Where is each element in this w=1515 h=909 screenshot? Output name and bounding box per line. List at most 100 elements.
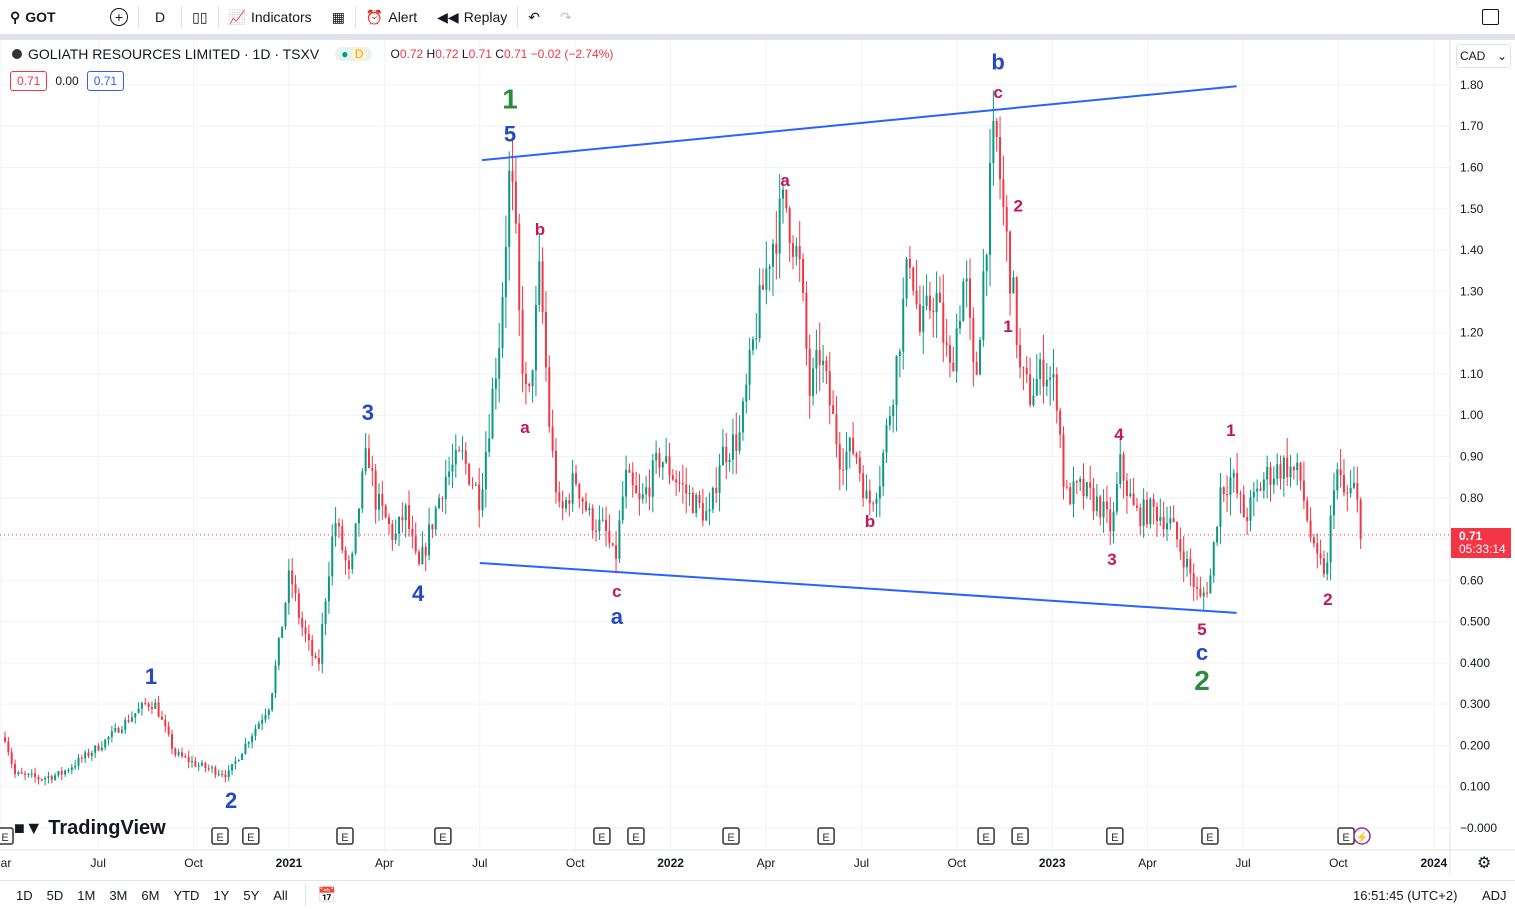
candle-down (1105, 501, 1108, 510)
wave-label: a (520, 418, 530, 437)
candle-down (304, 627, 307, 634)
candle-down (1259, 488, 1262, 491)
range-3m[interactable]: 3M (102, 888, 134, 903)
candle-down (147, 703, 150, 708)
candle-up (130, 717, 133, 722)
x-tick-label: 2021 (276, 856, 303, 870)
candle-down (174, 748, 177, 755)
range-ytd[interactable]: YTD (166, 888, 206, 903)
candle-down (1189, 558, 1192, 574)
earnings-event-label: E (1016, 832, 1023, 844)
candle-down (204, 762, 207, 769)
candle-up (598, 519, 601, 532)
market-status-badge: ● D (335, 47, 373, 61)
candle-down (1099, 496, 1102, 518)
candle-up (892, 405, 895, 417)
y-tick-label: 1.70 (1460, 119, 1484, 133)
candle-down (975, 361, 978, 375)
candle-down (775, 243, 778, 254)
y-tick-label: 0.90 (1460, 449, 1484, 463)
ask-box[interactable]: 0.71 (86, 71, 125, 91)
range-5y[interactable]: 5Y (236, 888, 266, 903)
candle-up (231, 764, 234, 771)
wave-label: 2 (1013, 197, 1022, 216)
candle-down (761, 285, 764, 290)
candle-up (70, 767, 73, 771)
candle-down (514, 181, 517, 224)
candle-up (1266, 466, 1269, 480)
currency-select[interactable]: CAD ⌄ (1456, 44, 1511, 68)
candle-down (574, 473, 577, 484)
candle-down (1009, 231, 1012, 294)
candle-up (421, 546, 424, 564)
candle-up (882, 452, 885, 487)
bid-box[interactable]: 0.71 (10, 71, 48, 91)
candle-up (875, 498, 878, 504)
candle-down (1109, 509, 1112, 532)
candle-down (1002, 179, 1005, 207)
earnings-event-label: E (1206, 832, 1213, 844)
candle-down (1196, 587, 1199, 589)
candle-down (1059, 410, 1062, 435)
range-1d[interactable]: 1D (9, 888, 40, 903)
candle-up (718, 465, 721, 493)
range-1y[interactable]: 1Y (206, 888, 236, 903)
x-tick-label: 2024 (1420, 856, 1447, 870)
candle-down (638, 493, 641, 500)
candle-up (90, 752, 93, 756)
candle-down (832, 405, 835, 414)
price-chart[interactable]: 1.80 1.70 1.60 1.50 1.40 1.30 1.20 1.10 1.00 0.90… (0, 0, 1515, 909)
x-tick-label: Oct (184, 856, 203, 870)
axis-settings-icon[interactable]: ⚙ (1477, 853, 1491, 873)
candle-up (538, 261, 541, 305)
candle-up (655, 452, 658, 461)
clock[interactable]: 16:51:45 (UTC+2) (1353, 888, 1457, 903)
symbol-title[interactable]: GOLIATH RESOURCES LIMITED · 1D · TSXV (28, 46, 319, 62)
candle-up (1252, 491, 1255, 498)
candle-up (501, 297, 504, 349)
x-tick-label: Oct (566, 856, 585, 870)
candle-up (534, 304, 537, 371)
candle-down (1139, 507, 1142, 526)
candle-up (271, 693, 274, 710)
candle-up (428, 524, 431, 556)
candle-up (1165, 523, 1168, 530)
candle-down (908, 258, 911, 268)
adj-toggle[interactable]: ADJ (1482, 888, 1507, 903)
candle-down (7, 741, 10, 753)
candle-up (217, 774, 220, 776)
candle-down (1359, 499, 1362, 539)
candle-down (1082, 478, 1085, 497)
candle-up (30, 773, 33, 775)
range-6m[interactable]: 6M (134, 888, 166, 903)
candle-up (354, 523, 357, 554)
range-all[interactable]: All (266, 888, 294, 903)
candle-up (865, 490, 868, 499)
candle-up (267, 709, 270, 715)
candle-up (1289, 466, 1292, 478)
candle-down (1199, 588, 1202, 597)
candle-down (80, 757, 83, 759)
candle-down (1042, 359, 1045, 387)
candle-down (468, 463, 471, 485)
candle-up (504, 246, 507, 298)
y-tick-label: 1.10 (1460, 367, 1484, 381)
candle-up (47, 776, 50, 779)
y-tick-label: 0.60 (1460, 573, 1484, 587)
candle-up (695, 494, 698, 514)
y-tick-label: 1.20 (1460, 326, 1484, 340)
date-range-calendar-icon[interactable]: 📅 (306, 886, 349, 904)
candle-up (364, 448, 367, 472)
bottom-toolbar: 1D 5D 1M 3M 6M YTD 1Y 5Y All 📅 16:51:45 (UTC+2) … (0, 880, 1515, 909)
plot-area (0, 40, 1450, 850)
candle-down (1172, 518, 1175, 523)
candle-down (1316, 543, 1319, 554)
candle-down (1322, 558, 1325, 575)
range-1m[interactable]: 1M (70, 888, 102, 903)
candle-up (488, 438, 491, 452)
candle-down (591, 508, 594, 531)
wave-label: c (612, 582, 621, 601)
range-5d[interactable]: 5D (40, 888, 71, 903)
candle-up (745, 384, 748, 402)
candle-down (1029, 374, 1032, 405)
